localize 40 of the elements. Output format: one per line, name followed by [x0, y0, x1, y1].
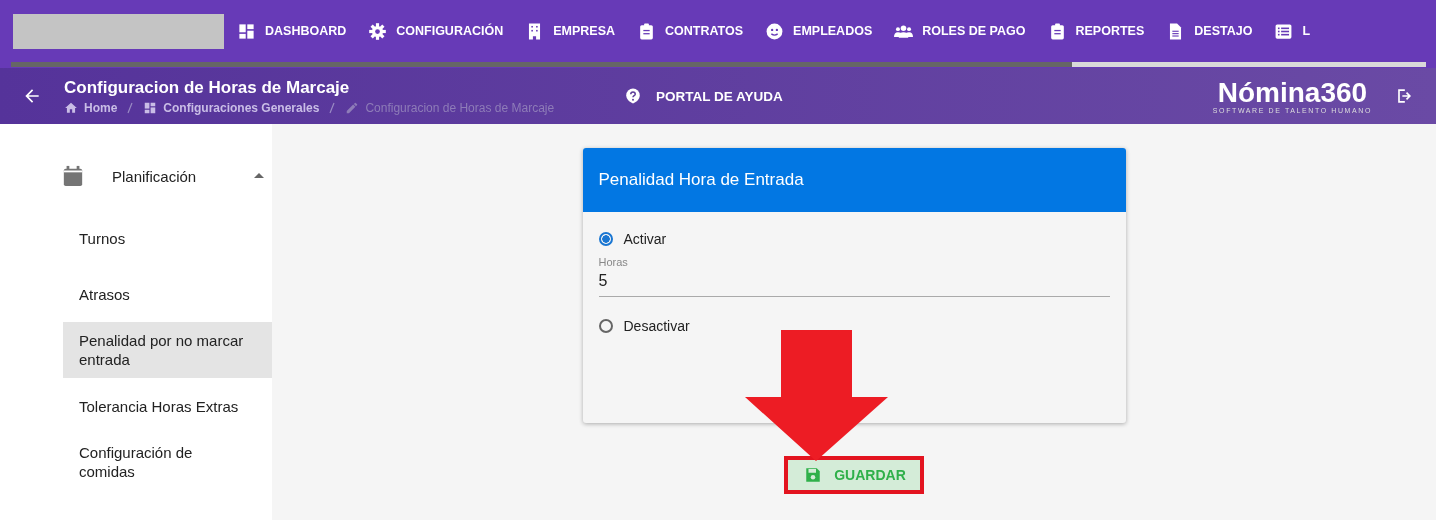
list-icon: [1274, 21, 1294, 41]
sidebar-item[interactable]: Turnos: [63, 210, 272, 266]
nav-menu-item[interactable]: DASHBOARD: [237, 21, 347, 41]
radio-option[interactable]: Activar: [598, 228, 1110, 250]
radio-button[interactable]: [598, 319, 613, 333]
sidebar-item[interactable]: Tolerancia Horas Extras: [63, 378, 272, 434]
sidebar-group-item[interactable]: Planificación: [62, 152, 272, 200]
hours-input-field[interactable]: Horas 5: [598, 256, 1110, 297]
nav-menu-item[interactable]: CONTRATOS: [637, 21, 744, 41]
breadcrumb-separator-icon: [127, 101, 134, 114]
radio-label: Activar: [623, 231, 667, 247]
nav-menu-item[interactable]: ROLES DE PAGO: [894, 21, 1026, 41]
dashboard-icon: [143, 100, 158, 115]
nav-menu-item[interactable]: L: [1274, 21, 1311, 41]
nav-menu-item[interactable]: EMPRESA: [525, 21, 616, 41]
sidebar-item[interactable]: Configuración de comidas: [63, 434, 272, 490]
save-icon: [804, 466, 823, 484]
gear-icon: [368, 21, 388, 41]
card-title: Penalidad Hora de Entrada: [598, 170, 804, 190]
page-title: Configuracion de Horas de Marcaje: [64, 77, 351, 98]
radio-label: Desactivar: [623, 318, 690, 334]
radio-button[interactable]: [598, 232, 613, 246]
nav-menu-item[interactable]: REPORTES: [1047, 21, 1145, 41]
face-icon: [765, 21, 785, 41]
dashboard-icon: [237, 21, 256, 41]
sidebar-item[interactable]: Penalidad por no marcar entrada: [63, 322, 272, 378]
home-icon: [64, 100, 78, 115]
radio-option[interactable]: Desactivar: [598, 315, 1110, 337]
nav-menu-item[interactable]: DESTAJO: [1166, 21, 1253, 41]
breadcrumb-link[interactable]: Home: [84, 100, 118, 115]
breadcrumb-separator-icon: [329, 101, 336, 114]
breadcrumb-link[interactable]: Configuraciones Generales: [163, 100, 320, 115]
sidebar-item[interactable]: Atrasos: [63, 266, 272, 322]
help-icon: [624, 87, 642, 105]
calendar-icon: [62, 164, 84, 188]
pencil-icon: [345, 100, 360, 115]
nav-menu-item[interactable]: CONFIGURACIÓN: [368, 21, 504, 41]
nav-menu-item[interactable]: EMPLEADOS: [765, 21, 873, 41]
brand-logo-text: Nómina360: [1217, 78, 1368, 107]
help-portal-link[interactable]: PORTAL DE AYUDA: [624, 87, 783, 105]
